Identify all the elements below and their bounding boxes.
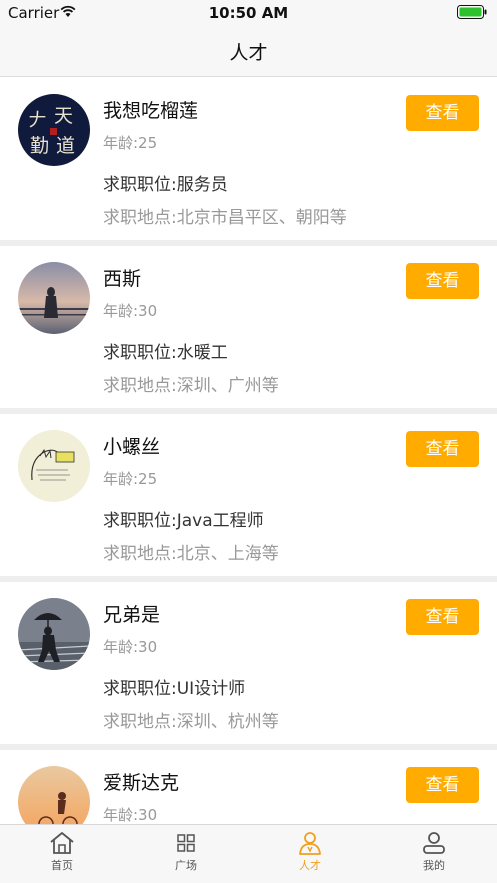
battery-icon	[457, 5, 487, 19]
tab-mine[interactable]: 我的	[372, 825, 496, 883]
status-bar: Carrier 10:50 AM	[0, 0, 497, 26]
svg-text:天: 天	[54, 105, 73, 127]
svg-text:道: 道	[56, 135, 75, 157]
tab-bar: 首页 广场 人才 我的	[0, 824, 497, 883]
candidate-age: 年龄:25	[103, 470, 158, 488]
candidate-location: 求职地点:深圳、杭州等	[103, 712, 279, 732]
page-title: 人才	[229, 42, 268, 64]
umbrella-street-avatar	[18, 598, 90, 670]
tab-mine-label: 我的	[423, 859, 445, 872]
tab-square-label: 广场	[175, 859, 197, 872]
view-button[interactable]: 查看	[406, 431, 479, 467]
candidate-name: 我想吃榴莲	[103, 100, 199, 122]
grid-icon	[177, 834, 195, 852]
candidate-card[interactable]: 爱斯达克 年龄:30 查看	[0, 750, 497, 824]
view-button[interactable]: 查看	[406, 95, 479, 131]
view-button[interactable]: 查看	[406, 599, 479, 635]
candidate-location: 求职地点:深圳、广州等	[103, 376, 279, 396]
candidate-list[interactable]: 𠂇 天 勤 道 我想吃榴莲 年龄:25 求职职位:服务员 求职地点:北京市昌平区…	[0, 78, 497, 824]
candidate-location: 求职地点:北京、上海等	[103, 544, 279, 564]
candidate-card[interactable]: 兄弟是 年龄:30 求职职位:UI设计师 求职地点:深圳、杭州等 查看	[0, 582, 497, 750]
candidate-card[interactable]: 小螺丝 年龄:25 求职职位:Java工程师 求职地点:北京、上海等 查看	[0, 414, 497, 582]
navigation-bar: 人才	[0, 26, 497, 77]
cyclist-sunset-avatar	[18, 766, 90, 824]
candidate-position: 求职职位:服务员	[103, 175, 228, 195]
tab-talent-label: 人才	[299, 859, 321, 872]
candidate-name: 小螺丝	[103, 436, 161, 458]
sunset-pier-avatar	[18, 262, 90, 334]
view-button[interactable]: 查看	[406, 767, 479, 803]
candidate-age: 年龄:30	[103, 638, 158, 656]
calligraphy-avatar: 𠂇 天 勤 道	[18, 94, 90, 166]
candidate-age: 年龄:30	[103, 806, 158, 824]
tab-square[interactable]: 广场	[124, 825, 248, 883]
home-icon	[50, 832, 74, 854]
candidate-card[interactable]: 西斯 年龄:30 求职职位:水暖工 求职地点:深圳、广州等 查看	[0, 246, 497, 414]
candidate-name: 兄弟是	[103, 604, 161, 626]
tab-talent[interactable]: 人才	[248, 825, 372, 883]
candidate-card[interactable]: 𠂇 天 勤 道 我想吃榴莲 年龄:25 求职职位:服务员 求职地点:北京市昌平区…	[0, 78, 497, 246]
status-time: 10:50 AM	[208, 4, 289, 22]
tab-home-label: 首页	[51, 859, 73, 872]
candidate-position: 求职职位:水暖工	[103, 343, 228, 363]
candidate-location: 求职地点:北京市昌平区、朝阳等	[103, 208, 347, 228]
talent-icon	[299, 832, 321, 855]
candidate-age: 年龄:30	[103, 302, 158, 320]
candidate-position: 求职职位:Java工程师	[103, 511, 264, 531]
profile-icon	[423, 832, 445, 854]
candidate-name: 爱斯达克	[103, 772, 180, 794]
tab-home[interactable]: 首页	[0, 825, 124, 883]
candidate-age: 年龄:25	[103, 134, 158, 152]
doodle-avatar	[18, 430, 90, 502]
candidate-name: 西斯	[103, 268, 142, 290]
svg-text:𠂇: 𠂇	[28, 109, 47, 131]
view-button[interactable]: 查看	[406, 263, 479, 299]
candidate-position: 求职职位:UI设计师	[103, 679, 246, 699]
svg-text:勤: 勤	[30, 135, 49, 157]
